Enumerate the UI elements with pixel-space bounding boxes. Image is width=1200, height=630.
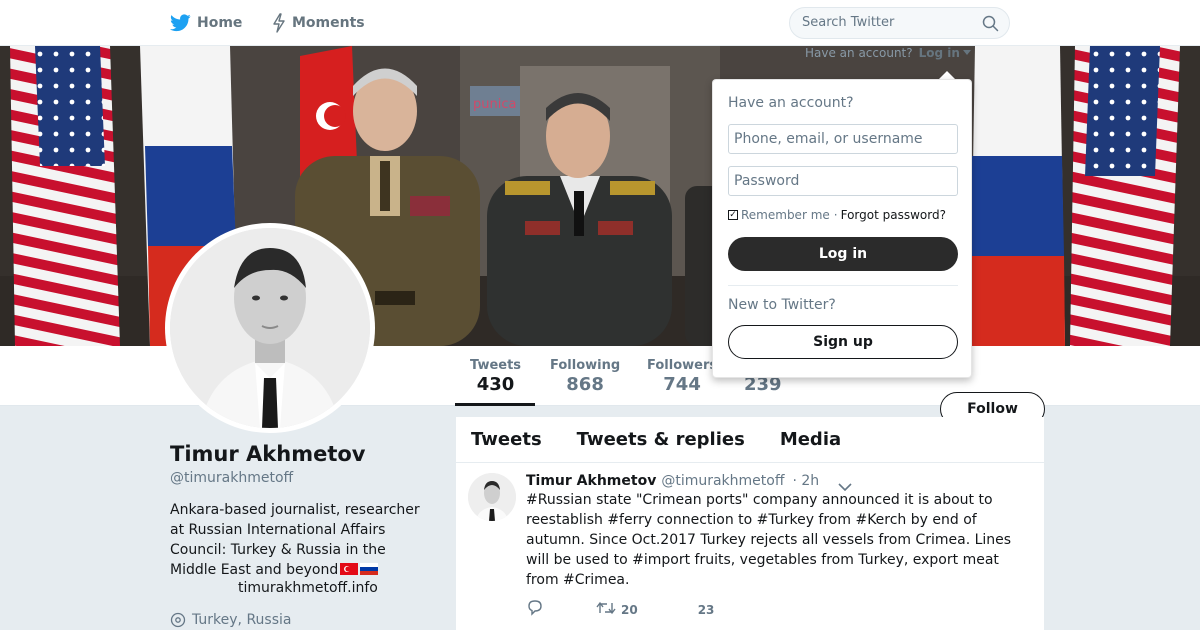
profile-url[interactable]: timurakhmetoff.info xyxy=(238,580,378,596)
stat-following-value: 868 xyxy=(566,374,604,395)
profile-bio: Ankara-based journalist, researcher at R… xyxy=(170,500,430,580)
login-dropdown-title: Have an account? xyxy=(728,95,854,111)
remember-checkbox[interactable]: ✓ xyxy=(728,210,738,220)
like-action[interactable]: 23 xyxy=(693,603,715,617)
caret-down-icon[interactable] xyxy=(962,50,971,56)
profile-avatar[interactable] xyxy=(165,223,375,433)
timeline: Tweets Tweets & replies Media Timur Akhm… xyxy=(456,417,1044,630)
login-button[interactable]: Log in xyxy=(728,237,958,271)
tweet-author-handle[interactable]: @timurakhmetoff xyxy=(661,473,784,489)
tweet-actions: 20 23 xyxy=(526,600,714,619)
profile-handle[interactable]: @timurakhmetoff xyxy=(170,470,293,486)
profile-location-text: Turkey, Russia xyxy=(192,612,292,628)
signup-button[interactable]: Sign up xyxy=(728,325,958,359)
stat-tweets-label: Tweets xyxy=(470,358,522,373)
dropdown-divider xyxy=(728,285,958,286)
top-navigation: Home Moments xyxy=(0,0,1200,46)
lightning-icon xyxy=(272,13,286,33)
stat-following[interactable]: Following 868 xyxy=(550,358,620,395)
remember-label[interactable]: Remember me xyxy=(741,208,830,222)
svg-text:punica: punica xyxy=(473,97,516,112)
stat-following-label: Following xyxy=(550,358,621,373)
reply-action[interactable] xyxy=(526,600,544,619)
like-count: 23 xyxy=(697,602,715,617)
login-hint-link[interactable]: Log in xyxy=(919,46,960,60)
avatar-photo xyxy=(170,228,370,428)
login-dropdown: Have an account? ✓ Remember me · Forgot … xyxy=(712,79,972,378)
stat-followers[interactable]: Followers 744 xyxy=(647,358,717,395)
username-field[interactable] xyxy=(728,124,958,154)
timeline-tabs: Tweets Tweets & replies Media xyxy=(456,417,1044,463)
stat-followers-value: 744 xyxy=(663,374,701,395)
search-box[interactable] xyxy=(789,7,1010,39)
tab-media[interactable]: Media xyxy=(780,429,841,450)
tab-tweets[interactable]: Tweets xyxy=(471,429,542,450)
profile-bio-text: Ankara-based journalist, researcher at R… xyxy=(170,502,420,578)
reply-icon xyxy=(526,600,544,619)
russia-flag-icon xyxy=(360,563,379,575)
stat-tweets-value: 430 xyxy=(476,374,515,395)
stat-tweets[interactable]: Tweets 430 xyxy=(470,358,521,395)
new-to-twitter-label: New to Twitter? xyxy=(728,297,836,313)
tweet-time[interactable]: · 2h xyxy=(792,473,819,489)
location-pin-icon xyxy=(170,612,186,628)
tweet-header: Timur Akhmetov @timurakhmetoff · 2h xyxy=(526,473,819,489)
retweet-icon xyxy=(596,601,616,618)
stat-followers-label: Followers xyxy=(647,358,718,373)
nav-moments[interactable]: Moments xyxy=(272,0,365,46)
remember-separator: · xyxy=(833,208,838,222)
remember-row: ✓ Remember me · Forgot password? xyxy=(728,208,946,222)
login-hint: Have an account? Log in xyxy=(805,46,971,60)
tab-tweets-replies[interactable]: Tweets & replies xyxy=(577,429,745,450)
turkey-flag-icon xyxy=(340,563,359,575)
search-icon[interactable] xyxy=(982,15,999,36)
tweet-author-name[interactable]: Timur Akhmetov xyxy=(526,473,656,489)
profile-name: Timur Akhmetov xyxy=(170,442,366,466)
retweet-action[interactable]: 20 xyxy=(596,601,638,618)
nav-moments-label: Moments xyxy=(292,15,365,31)
tweet-avatar[interactable] xyxy=(468,473,516,521)
twitter-bird-icon xyxy=(170,14,191,32)
login-hint-text: Have an account? xyxy=(805,46,913,60)
nav-home-label: Home xyxy=(197,15,243,31)
password-field[interactable] xyxy=(728,166,958,196)
profile-location: Turkey, Russia xyxy=(170,612,292,628)
tweet-text: #Russian state "Crimean ports" company a… xyxy=(526,492,1012,588)
active-stat-indicator xyxy=(455,403,535,406)
forgot-password-link[interactable]: Forgot password? xyxy=(841,208,946,222)
retweet-count: 20 xyxy=(621,602,638,617)
nav-home[interactable]: Home xyxy=(170,0,242,46)
search-input[interactable] xyxy=(802,15,972,30)
